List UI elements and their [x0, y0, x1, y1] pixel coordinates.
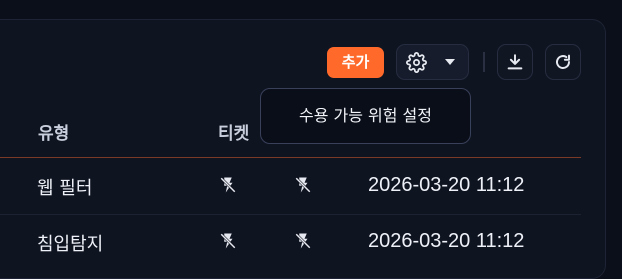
toolbar-divider	[483, 52, 485, 72]
row-date-cell: 2026-03-20 11:12	[368, 230, 525, 252]
refresh-icon	[556, 54, 570, 69]
flash-off-icon[interactable]	[294, 176, 312, 194]
flash-off-icon[interactable]	[219, 176, 237, 194]
row-type-cell: 침입탐지	[37, 234, 104, 255]
settings-tooltip: 수용 가능 위험 설정	[260, 88, 471, 144]
gear-icon	[406, 52, 427, 73]
row-date-cell: 2026-03-20 11:12	[368, 174, 525, 196]
row-type-cell: 웹 필터	[37, 178, 93, 199]
download-button[interactable]	[497, 44, 533, 80]
download-icon	[507, 54, 523, 70]
refresh-button[interactable]	[545, 44, 581, 80]
add-button[interactable]: 추가	[327, 47, 384, 78]
flash-off-icon[interactable]	[294, 232, 312, 250]
column-header-ticket[interactable]: 티켓	[218, 119, 249, 144]
settings-dropdown-button[interactable]	[396, 44, 469, 80]
chevron-down-icon	[445, 59, 455, 65]
flash-off-icon[interactable]	[219, 232, 237, 250]
header-divider	[0, 157, 581, 158]
row-divider	[0, 214, 581, 215]
column-header-type[interactable]: 유형	[38, 119, 69, 144]
